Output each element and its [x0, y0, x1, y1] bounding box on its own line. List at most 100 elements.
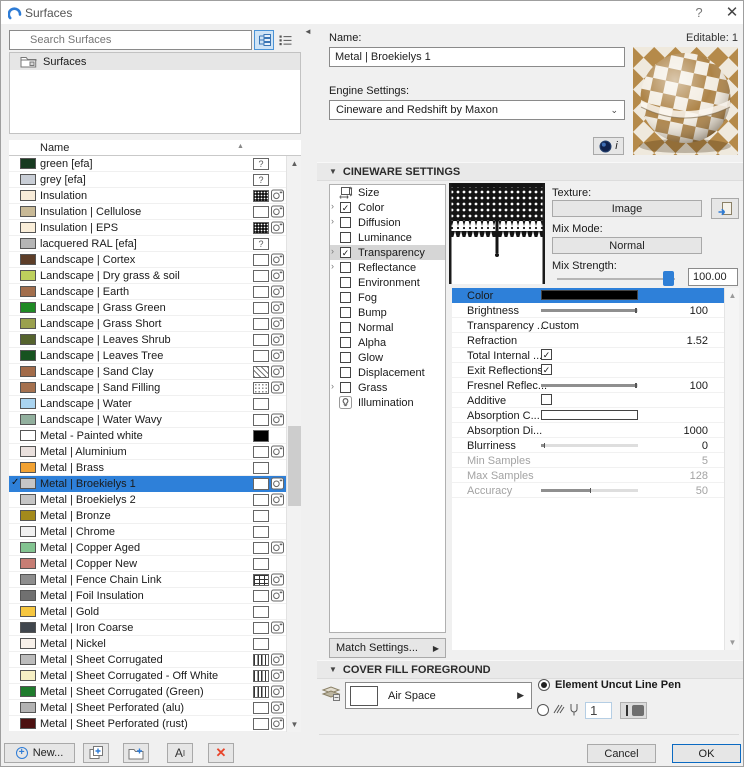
surface-fill-badge[interactable] [253, 334, 269, 346]
surface-row[interactable]: Metal | Sheet Corrugated (Green) [9, 684, 286, 700]
channel-checkbox[interactable] [340, 367, 351, 378]
surface-row[interactable]: Landscape | Leaves Shrub [9, 332, 286, 348]
surface-fill-badge[interactable] [253, 526, 269, 538]
surface-row[interactable]: Metal | Copper New [9, 556, 286, 572]
channel-checkbox[interactable] [340, 322, 351, 333]
channel-normal[interactable]: Normal [330, 320, 445, 335]
uncut-line-pen-option[interactable]: Element Uncut Line Pen [538, 679, 681, 691]
channel-checkbox[interactable]: ✓ [340, 247, 351, 258]
surface-row[interactable]: Metal | Broekielys 2 [9, 492, 286, 508]
channel-checkbox[interactable] [340, 352, 351, 363]
surface-row[interactable]: green [efa]? [9, 156, 286, 172]
param-checkbox[interactable]: ✓ [541, 364, 552, 375]
expand-chevron-icon[interactable]: › [331, 216, 334, 226]
param-slider[interactable] [541, 443, 638, 448]
list-header[interactable]: Name ▲ [9, 140, 301, 156]
param-row-absorption-c[interactable]: Absorption C... [452, 408, 724, 423]
surface-fill-badge[interactable] [253, 670, 269, 682]
param-color-swatch[interactable] [541, 290, 638, 300]
param-row-transparency[interactable]: Transparency ... Custom [452, 318, 724, 333]
surface-fill-badge[interactable] [253, 222, 269, 234]
surface-row[interactable]: Landscape | Sand Clay [9, 364, 286, 380]
channel-environment[interactable]: Environment [330, 275, 445, 290]
channel-color[interactable]: › ✓ Color [330, 200, 445, 215]
surface-fill-badge[interactable] [253, 350, 269, 362]
param-checkbox[interactable] [541, 394, 552, 405]
assign-texture-button[interactable] [711, 198, 739, 219]
surface-row[interactable]: Landscape | Dry grass & soil [9, 268, 286, 284]
channel-checkbox[interactable] [340, 262, 351, 273]
expand-chevron-icon[interactable]: › [331, 261, 334, 271]
mix-strength-slider[interactable] [557, 271, 677, 287]
surface-fill-badge[interactable] [253, 430, 269, 442]
param-row-absorption-di[interactable]: Absorption Di... 1000 [452, 423, 724, 438]
surface-fill-badge[interactable] [253, 542, 269, 554]
surface-row[interactable]: Metal | Aluminium [9, 444, 286, 460]
surface-fill-badge[interactable] [253, 494, 269, 506]
surface-row[interactable]: Metal | Chrome [9, 524, 286, 540]
surface-fill-badge[interactable] [253, 302, 269, 314]
channel-alpha[interactable]: Alpha [330, 335, 445, 350]
surface-row[interactable]: Insulation | Cellulose [9, 204, 286, 220]
new-folder-button[interactable] [123, 743, 149, 763]
surface-fill-badge[interactable] [253, 574, 269, 586]
cancel-button[interactable]: Cancel [587, 744, 656, 763]
channel-bump[interactable]: Bump [330, 305, 445, 320]
surface-row[interactable]: Insulation | EPS [9, 220, 286, 236]
mix-strength-input[interactable] [688, 268, 738, 286]
surface-row[interactable]: Metal | Sheet Perforated (alu) [9, 700, 286, 716]
surface-row[interactable]: Landscape | Sand Filling [9, 380, 286, 396]
surface-fill-badge[interactable] [253, 606, 269, 618]
surface-fill-badge[interactable] [253, 206, 269, 218]
surface-row[interactable]: Landscape | Cortex [9, 252, 286, 268]
rename-button[interactable]: AI [167, 743, 193, 763]
surface-row[interactable]: Metal - Painted white [9, 428, 286, 444]
surface-list-scrollbar[interactable]: ▲ ▼ [286, 156, 301, 732]
channel-grass[interactable]: › Grass [330, 380, 445, 395]
flat-list-toggle[interactable] [276, 30, 294, 50]
param-row-color[interactable]: Color [452, 288, 724, 303]
channel-size[interactable]: Size [330, 185, 445, 200]
param-row-accuracy[interactable]: Accuracy 50 [452, 483, 724, 498]
surface-row[interactable]: Metal | Sheet Perforated (rust) [9, 716, 286, 732]
expand-chevron-icon[interactable]: › [331, 201, 334, 211]
cinema4d-info-button[interactable]: i [593, 137, 624, 155]
collapse-panel-arrow[interactable]: ◄ [304, 27, 312, 36]
surface-row[interactable]: Metal | Sheet Corrugated - Off White [9, 668, 286, 684]
material-preview[interactable] [633, 47, 738, 155]
scroll-down-icon[interactable]: ▼ [287, 717, 302, 732]
surface-fill-badge[interactable] [253, 254, 269, 266]
surface-row[interactable]: Metal | Fence Chain Link [9, 572, 286, 588]
slider-handle[interactable] [663, 271, 674, 286]
param-row-fresnel-reflec[interactable]: Fresnel Reflec... 100 [452, 378, 724, 393]
surface-fill-badge[interactable] [253, 510, 269, 522]
engine-settings-select[interactable]: Cineware and Redshift by Maxon ⌄ [329, 100, 625, 120]
surface-row[interactable]: Landscape | Water Wavy [9, 412, 286, 428]
surface-row[interactable]: Landscape | Earth [9, 284, 286, 300]
surface-row[interactable]: Landscape | Water [9, 396, 286, 412]
pen-color-button[interactable] [620, 702, 647, 719]
surface-fill-badge[interactable] [253, 286, 269, 298]
radio-unselected-icon[interactable] [537, 703, 549, 716]
surface-row[interactable]: Insulation [9, 188, 286, 204]
surface-row[interactable]: Metal | Brass [9, 460, 286, 476]
channel-fog[interactable]: Fog [330, 290, 445, 305]
scroll-up-icon[interactable]: ▲ [725, 288, 740, 303]
channel-checkbox[interactable] [340, 307, 351, 318]
tree-view-toggle[interactable] [254, 30, 274, 50]
help-button[interactable]: ? [691, 5, 707, 21]
surface-fill-badge[interactable] [253, 382, 269, 394]
channel-reflectance[interactable]: › Reflectance [330, 260, 445, 275]
cover-fill-select[interactable]: Air Space ▶ [345, 682, 532, 709]
param-row-exit-reflections[interactable]: Exit Reflections ✓ [452, 363, 724, 378]
surface-name-input[interactable] [329, 47, 625, 67]
param-row-total-internal[interactable]: Total Internal ... ✓ [452, 348, 724, 363]
new-surface-button[interactable]: + New... [4, 743, 75, 763]
param-row-min-samples[interactable]: Min Samples 5 [452, 453, 724, 468]
param-slider[interactable] [541, 383, 638, 388]
surface-fill-badge[interactable]: ? [253, 174, 269, 186]
close-button[interactable]: ✕ [723, 3, 741, 21]
channel-glow[interactable]: Glow [330, 350, 445, 365]
custom-pen-option[interactable] [537, 703, 579, 716]
channel-checkbox[interactable] [340, 277, 351, 288]
